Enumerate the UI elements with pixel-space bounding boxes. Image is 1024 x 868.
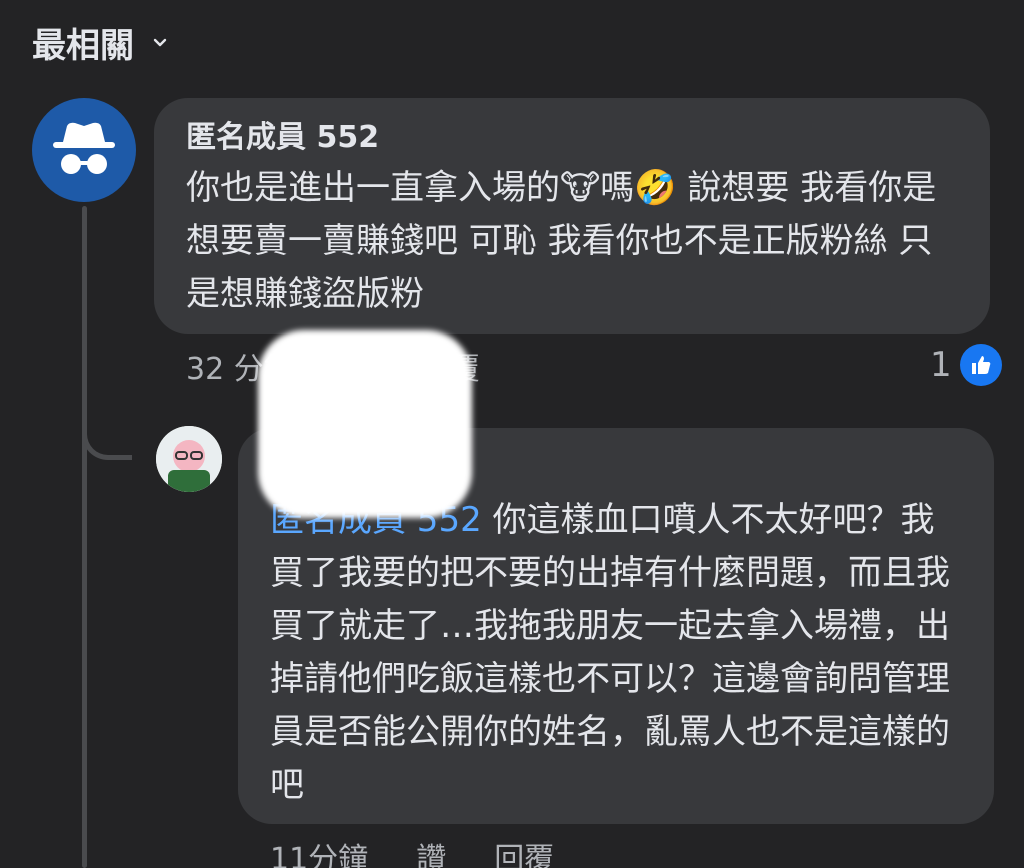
chevron-down-icon (153, 38, 167, 46)
cow-emoji: 🐮 (560, 168, 601, 208)
reply-text: 匿名成員 552 你這樣血口噴人不太好吧？我買了我要的把不要的出掉有什麼問題，而… (270, 500, 950, 805)
thread-line (82, 206, 87, 868)
author-avatar[interactable] (156, 426, 222, 492)
like-reaction-icon (959, 344, 1002, 386)
reaction-summary[interactable]: 1 (930, 344, 1002, 386)
reply-time[interactable]: 11分鐘 (270, 840, 368, 868)
comment-bubble: 匿名成員 552 你也是進出一直拿入場的🐮嗎🤣 說想要 我看你是想要賣一賣賺錢吧… (154, 98, 990, 334)
reaction-count: 1 (930, 345, 952, 385)
reply-like-link[interactable]: 讚 (416, 840, 446, 868)
anonymous-avatar[interactable] (32, 98, 136, 202)
comment-author[interactable]: 匿名成員 552 (186, 118, 958, 158)
thread-connector (82, 400, 132, 460)
reply-actions: 11分鐘 讚 回覆 (270, 840, 554, 868)
comment-text: 你也是進出一直拿入場的🐮嗎🤣 說想要 我看你是想要賣一賣賺錢吧 可恥 我看你也不… (186, 168, 937, 314)
sort-label: 最相關 (32, 26, 134, 66)
sort-dropdown[interactable]: 最相關 (32, 18, 168, 67)
comments-page: 最相關 匿名成員 552 你也是進出一直拿入場的🐮嗎🤣 說想要 我看你是想要賣一… (0, 0, 1024, 868)
redaction-overlay (258, 330, 472, 518)
reply-reply-link[interactable]: 回覆 (494, 840, 554, 868)
anonymous-incognito-icon (53, 122, 115, 174)
laughing-emoji: 🤣 (634, 168, 677, 208)
